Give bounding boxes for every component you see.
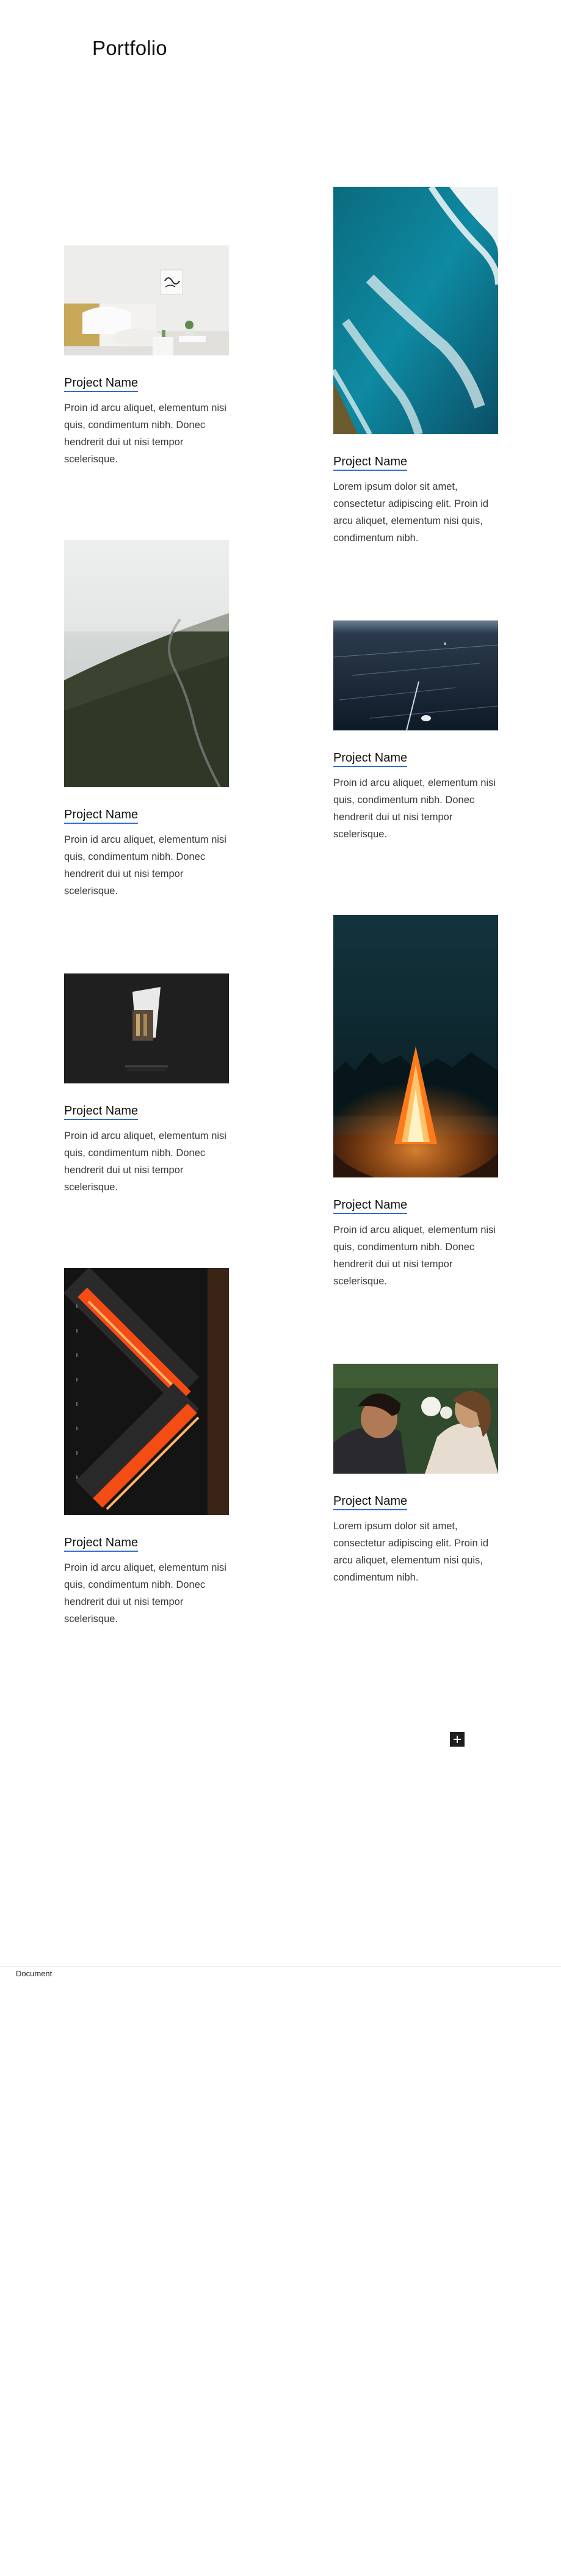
project-description: Proin id arcu aliquet, elementum nisi qu… — [64, 1562, 226, 1625]
page-title: Portfolio — [92, 37, 167, 59]
project-name-link[interactable]: Project Name — [64, 1536, 139, 1552]
project-description: Proin id arcu aliquet, elementum nisi qu… — [64, 1130, 226, 1193]
project-card: Project Name Lorem ipsum dolor sit amet,… — [333, 1364, 498, 1586]
project-image-bonfire[interactable] — [333, 915, 498, 1177]
project-name-link[interactable]: Project Name — [64, 1104, 139, 1120]
project-name-link[interactable]: Project Name — [333, 751, 408, 767]
project-name-link[interactable]: Project Name — [333, 1198, 408, 1214]
project-card: Project Name Proin id arcu aliquet, elem… — [64, 973, 229, 1196]
project-image-couple[interactable] — [333, 1364, 498, 1474]
project-image-staircase[interactable] — [64, 1268, 229, 1515]
project-description: Proin id arcu aliquet, elementum nisi qu… — [64, 834, 226, 897]
project-description: Lorem ipsum dolor sit amet, consectetur … — [333, 481, 489, 544]
project-description: Lorem ipsum dolor sit amet, consectetur … — [333, 1521, 489, 1583]
project-name-link[interactable]: Project Name — [333, 1494, 408, 1510]
project-image-bedroom[interactable] — [64, 246, 229, 355]
project-image-ice-lake[interactable] — [333, 620, 498, 730]
project-name-link[interactable]: Project Name — [333, 455, 408, 471]
footer-divider — [0, 1966, 561, 1967]
project-image-foggy-mountain[interactable] — [64, 540, 229, 787]
plus-icon — [454, 1736, 461, 1743]
project-name-link[interactable]: Project Name — [64, 376, 139, 392]
project-description: Proin id arcu aliquet, elementum nisi qu… — [64, 402, 226, 465]
project-name-link[interactable]: Project Name — [64, 808, 139, 824]
project-card: Project Name Proin id arcu aliquet, elem… — [333, 915, 498, 1290]
project-image-ocean[interactable] — [333, 187, 498, 434]
project-description: Proin id arcu aliquet, elementum nisi qu… — [333, 1224, 496, 1287]
breadcrumb-document[interactable]: Document — [16, 1969, 52, 1978]
project-card: Project Name Lorem ipsum dolor sit amet,… — [333, 187, 498, 547]
project-image-building-night[interactable] — [64, 973, 229, 1083]
project-card: Project Name Proin id arcu aliquet, elem… — [333, 620, 498, 843]
project-card: Project Name Proin id arcu aliquet, elem… — [64, 540, 229, 900]
project-card: Project Name Proin id arcu aliquet, elem… — [64, 246, 229, 468]
add-block-button[interactable] — [450, 1732, 465, 1747]
project-card: Project Name Proin id arcu aliquet, elem… — [64, 1268, 229, 1628]
project-description: Proin id arcu aliquet, elementum nisi qu… — [333, 777, 496, 840]
